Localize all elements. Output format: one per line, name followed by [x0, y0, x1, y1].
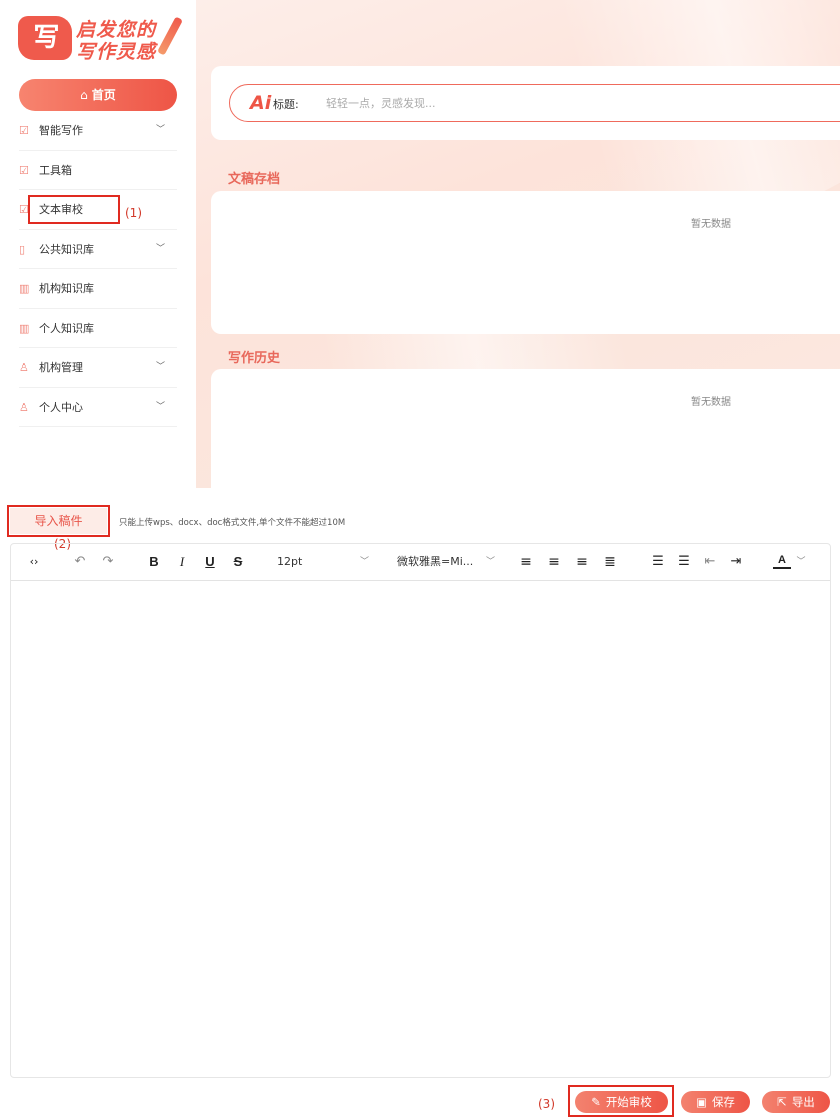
user-icon: ♙ [19, 400, 29, 414]
chevron-down-icon[interactable]: ﹀ [795, 553, 807, 571]
editor-content-area[interactable] [11, 582, 830, 1077]
page: 写 启发您的 写作灵感 ⌂ 首页 ☑ 智能写作 ﹀ ☑ 工具箱 ☑ 文本审校 ▯… [0, 0, 840, 1117]
font-size-value: 12pt [277, 555, 303, 568]
chevron-down-icon: ﹀ [155, 362, 165, 372]
sidebar-item-public-knowledge[interactable]: ▯ 公共知识库 ﹀ [19, 230, 177, 269]
underline-button[interactable]: U [201, 553, 219, 571]
sidebar: 写 启发您的 写作灵感 ⌂ 首页 ☑ 智能写作 ﹀ ☑ 工具箱 ☑ 文本审校 ▯… [0, 0, 196, 488]
source-code-icon[interactable]: ‹› [25, 553, 43, 571]
sidebar-item-label: 智能写作 [39, 124, 83, 137]
numbered-list-icon[interactable]: ☰ [675, 553, 693, 571]
import-hint: 只能上传wps、docx、doc格式文件,单个文件不能超过10M [119, 518, 346, 528]
bullet-list-icon[interactable]: ☰ [649, 553, 667, 571]
bold-button[interactable]: B [145, 553, 163, 571]
edit-icon: ☑ [19, 163, 29, 177]
sidebar-item-smart-writing[interactable]: ☑ 智能写作 ﹀ [19, 111, 177, 151]
pen-icon [157, 16, 183, 56]
align-justify-icon[interactable]: ≣ [601, 553, 619, 571]
sidebar-item-label: 机构知识库 [39, 282, 94, 295]
sidebar-item-org-management[interactable]: ♙ 机构管理 ﹀ [19, 348, 177, 388]
font-size-select[interactable]: 12pt ﹀ [277, 553, 369, 571]
archive-empty-text: 暂无数据 [691, 219, 731, 230]
redo-icon[interactable]: ↷ [99, 553, 117, 571]
align-left-icon[interactable]: ≡ [517, 553, 535, 571]
archive-card: 暂无数据 [211, 191, 840, 334]
italic-button[interactable]: I [173, 553, 191, 571]
history-empty-text: 暂无数据 [691, 397, 731, 408]
user-icon: ♙ [19, 361, 29, 374]
chevron-down-icon: ﹀ [359, 557, 369, 567]
chevron-down-icon: ﹀ [155, 243, 165, 254]
font-family-value: 微软雅黑=Mi... [397, 555, 474, 568]
main-content: Ai 标题: 文稿存档 暂无数据 写作历史 暂无数据 [196, 0, 840, 488]
edit-icon: ☑ [19, 124, 29, 137]
indent-icon[interactable]: ⇥ [727, 553, 745, 571]
save-icon: ▣ [696, 1095, 707, 1109]
sidebar-item-label: 公共知识库 [39, 242, 94, 256]
export-label: 导出 [791, 1095, 815, 1109]
home-label: 首页 [91, 88, 116, 102]
archive-title: 文稿存档 [228, 172, 281, 187]
logo-mark: 写 [18, 16, 72, 60]
home-icon: ⌂ [80, 88, 88, 102]
start-review-button[interactable]: ✎ 开始审校 [575, 1091, 668, 1113]
book-icon: ▯ [19, 242, 26, 256]
text-color-button[interactable]: A [773, 553, 791, 569]
sidebar-item-label: 机构管理 [39, 361, 83, 374]
start-review-label: 开始审校 [605, 1095, 652, 1109]
strikethrough-button[interactable]: S [229, 553, 247, 571]
app-screenshot: 写 启发您的 写作灵感 ⌂ 首页 ☑ 智能写作 ﹀ ☑ 工具箱 ☑ 文本审校 ▯… [0, 0, 840, 488]
sidebar-item-label: 工具箱 [39, 163, 72, 177]
history-card: 暂无数据 [211, 369, 840, 488]
library-icon: ▥ [19, 321, 30, 335]
rich-text-editor: ‹› ↶ ↷ B I U S 12pt ﹀ 微软雅黑=Mi... ﹀ ≡ ≡ ≡… [10, 543, 831, 1078]
chevron-down-icon: ﹀ [155, 401, 165, 412]
sidebar-item-label: 个人中心 [39, 400, 83, 414]
library-icon: ▥ [19, 282, 30, 295]
export-button[interactable]: ⇱ 导出 [762, 1091, 830, 1113]
ai-icon: Ai [250, 92, 272, 114]
search-card: Ai 标题: [211, 66, 840, 140]
align-center-icon[interactable]: ≡ [545, 553, 563, 571]
logo: 写 启发您的 写作灵感 [18, 14, 183, 63]
annotation-label-3: (3) [538, 1097, 555, 1111]
save-button[interactable]: ▣ 保存 [681, 1091, 750, 1113]
sidebar-item-personal-center[interactable]: ♙ 个人中心 ﹀ [19, 388, 177, 427]
annotation-label-1: (1) [125, 206, 142, 220]
search-box[interactable]: Ai 标题: [229, 84, 840, 122]
save-label: 保存 [711, 1095, 735, 1109]
home-button[interactable]: ⌂ 首页 [19, 79, 177, 111]
export-icon: ⇱ [777, 1095, 787, 1109]
pen-icon: ✎ [591, 1095, 601, 1109]
search-input[interactable] [326, 92, 626, 114]
undo-icon[interactable]: ↶ [71, 553, 89, 571]
chevron-down-icon: ﹀ [485, 557, 495, 567]
align-right-icon[interactable]: ≡ [573, 553, 591, 571]
annotation-box-2 [7, 505, 110, 537]
outdent-icon[interactable]: ⇤ [701, 553, 719, 571]
chevron-down-icon: ﹀ [155, 125, 165, 135]
logo-line-2: 写作灵感 [76, 41, 157, 63]
search-label: 标题: [273, 98, 299, 111]
sidebar-item-label: 个人知识库 [39, 321, 94, 335]
sidebar-menu: ☑ 智能写作 ﹀ ☑ 工具箱 ☑ 文本审校 ▯ 公共知识库 ﹀ ▥ 机构知识库 … [19, 111, 177, 427]
sidebar-item-personal-knowledge[interactable]: ▥ 个人知识库 [19, 309, 177, 348]
sidebar-item-org-knowledge[interactable]: ▥ 机构知识库 [19, 269, 177, 309]
history-title: 写作历史 [228, 351, 281, 366]
editor-toolbar: ‹› ↶ ↷ B I U S 12pt ﹀ 微软雅黑=Mi... ﹀ ≡ ≡ ≡… [11, 544, 830, 581]
annotation-box-1 [28, 195, 120, 224]
sidebar-item-toolbox[interactable]: ☑ 工具箱 [19, 151, 177, 190]
font-family-select[interactable]: 微软雅黑=Mi... ﹀ [397, 553, 495, 571]
